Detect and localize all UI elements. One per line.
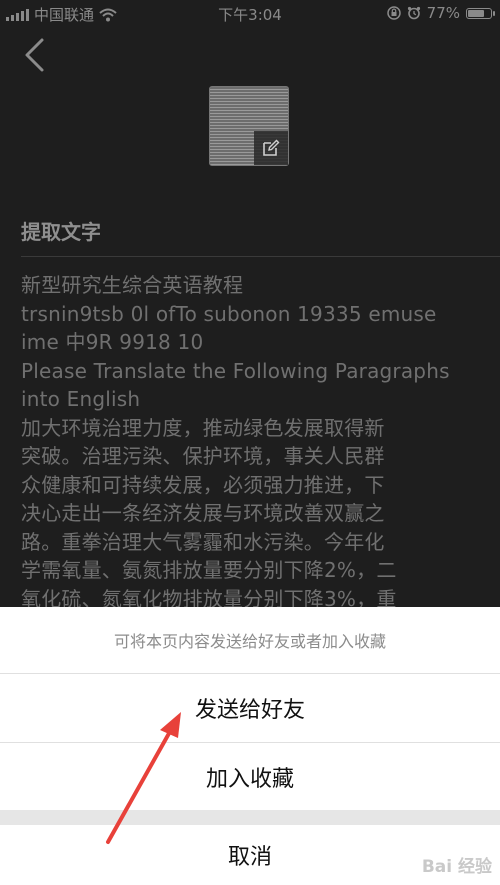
sheet-gap (0, 810, 500, 825)
page-title: 提取文字 (21, 220, 101, 244)
orientation-lock-icon (386, 6, 401, 20)
add-to-favorites-button[interactable]: 加入收藏 (0, 743, 500, 810)
text-line: 众健康和可持续发展，必须强力推进，下 (21, 472, 385, 497)
text-line: into English (21, 387, 141, 411)
text-line: Please Translate the Following Paragraph… (21, 358, 450, 383)
status-bar: 中国联通 下午3:04 77% (0, 0, 500, 26)
edit-icon (263, 139, 280, 156)
text-line: 新型研究生综合英语教程 (21, 273, 244, 297)
text-line: ime 中9R 9918 10 (21, 330, 204, 354)
text-line: 突破。治理污染、保护环境，事关人民群 (21, 444, 385, 468)
watermark: Bai 经验 (421, 857, 492, 877)
back-button[interactable] (18, 36, 58, 76)
battery-fill (468, 9, 485, 17)
text-line: 决心走出一条经济发展与环境改善双赢之 (21, 501, 385, 525)
text-line: 加大环境治理力度，推动绿色发展取得新 (21, 415, 385, 440)
document-thumbnail[interactable] (209, 86, 289, 166)
extracted-text[interactable]: 新型研究生综合英语教程 trsnin9tsb 0l ofTo subonon 1… (21, 271, 483, 613)
action-sheet: 可将本页内容发送给好友或者加入收藏 发送给好友 加入收藏 取消 (0, 607, 500, 885)
battery-percent: 77% (426, 4, 460, 22)
alarm-icon (407, 6, 420, 20)
sheet-hint: 可将本页内容发送给好友或者加入收藏 (113, 632, 386, 651)
text-line: trsnin9tsb 0l ofTo subonon 19335 emuse (21, 301, 437, 326)
send-to-friend-button[interactable]: 发送给好友 (0, 674, 500, 742)
battery-icon (466, 7, 495, 19)
divider (21, 256, 500, 257)
back-chevron-icon (25, 38, 44, 72)
status-right: 77% (386, 4, 495, 22)
text-line: 学需氧量、氨氮排放量要分别下降2%，二 (21, 558, 397, 582)
screen: 中国联通 下午3:04 77% 提取文字 新型研究生综合英语教程 trsnin9… (0, 0, 500, 885)
text-line: 路。重拳治理大气雾霾和水污染。今年化 (21, 529, 385, 554)
edit-button[interactable] (254, 131, 288, 165)
